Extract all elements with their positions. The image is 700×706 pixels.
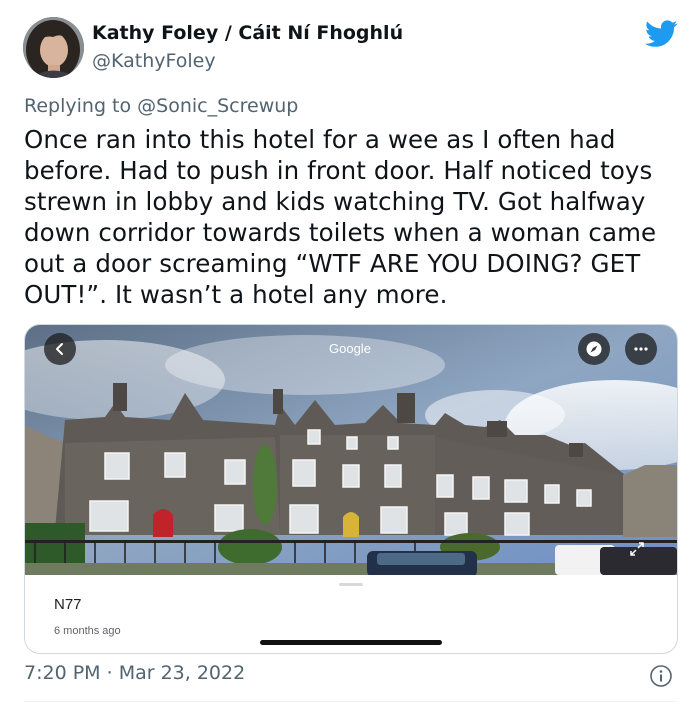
home-indicator [260,640,442,645]
street-view-photo[interactable]: Google [25,325,677,575]
author-avatar[interactable] [23,17,84,78]
tweet-date: Mar 23, 2022 [118,662,246,684]
timestamp-separator: · [106,662,113,684]
info-icon[interactable] [649,664,673,688]
compass-icon [586,341,602,357]
more-options-button[interactable] [625,333,657,365]
tweet-time: 7:20 PM [24,662,101,684]
reply-context: Replying to @Sonic_Screwup [24,95,298,117]
reply-prefix: Replying to [24,95,132,117]
tweet-text: Once ran into this hotel for a wee as I … [24,125,657,309]
back-button[interactable] [44,333,76,365]
bottom-divider [24,701,676,702]
provider-label: Google [329,341,371,356]
capture-date: 6 months ago [54,625,121,637]
tweet-timestamp[interactable]: 7:20 PM · Mar 23, 2022 [24,662,245,684]
author-handle[interactable]: @KathyFoley [92,50,216,72]
more-options-icon [634,347,648,351]
twitter-bird-icon[interactable] [645,20,678,48]
expand-icon[interactable] [629,541,645,557]
place-name: N77 [54,596,82,613]
sheet-drag-handle[interactable] [339,583,363,586]
author-display-name[interactable]: Kathy Foley / Cáit Ní Fhoghlú [92,22,403,44]
reply-to-link[interactable]: @Sonic_Screwup [137,95,298,117]
compass-button[interactable] [578,333,610,365]
media-card[interactable]: Google N77 6 months ago [24,324,678,654]
back-arrow-icon [56,343,63,355]
